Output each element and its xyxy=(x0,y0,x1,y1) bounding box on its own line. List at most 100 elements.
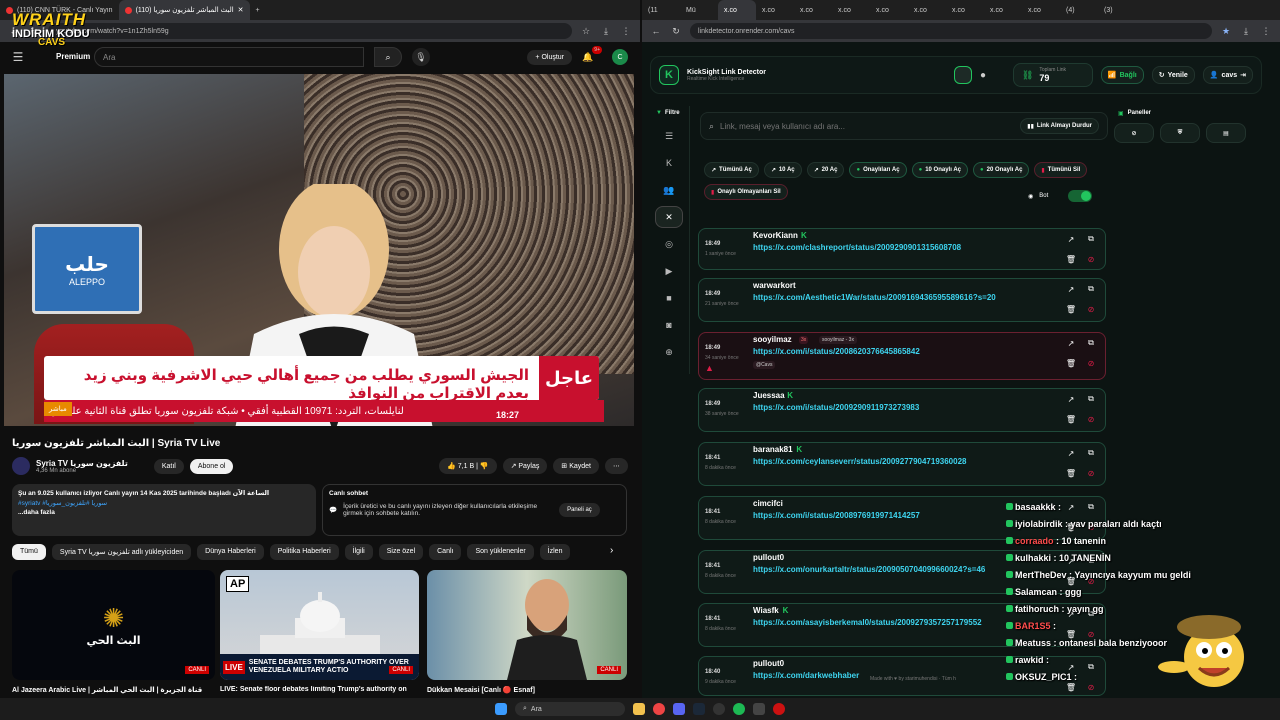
link-user[interactable]: pullout0 xyxy=(753,553,784,562)
chip-politics[interactable]: Politika Haberleri xyxy=(269,544,339,560)
steam-icon[interactable] xyxy=(693,703,705,715)
avatar[interactable]: C xyxy=(612,49,628,65)
menu-icon[interactable]: ⋮ xyxy=(620,25,632,37)
thumb-title[interactable]: Al Jazeera Arabic Live | قناة الجزيرة | … xyxy=(12,686,207,694)
browser-tab[interactable]: x.co xyxy=(984,0,1022,20)
link-user[interactable]: Juessaa xyxy=(753,391,785,400)
video-thumbnail[interactable]: ✺ البث الحي CANLI xyxy=(12,570,215,680)
browser-tab[interactable]: Mü xyxy=(680,0,718,20)
open-10-verified-button[interactable]: ● 10 Onaylı Aç xyxy=(911,162,968,178)
browser-tab[interactable]: x.co xyxy=(718,0,756,20)
browser-tab[interactable]: (3) xyxy=(1098,0,1136,20)
chip-all[interactable]: Tümü xyxy=(12,544,46,560)
link-url[interactable]: https://x.com/i/status/20092909119732739… xyxy=(753,403,1033,412)
link-user[interactable]: sooyilmaz xyxy=(753,335,792,344)
new-tab-button[interactable]: + xyxy=(250,0,266,20)
trash-icon[interactable]: 🗑 xyxy=(1065,467,1077,479)
close-icon[interactable]: ✕ xyxy=(238,6,244,14)
open-panel-button[interactable]: Paneli aç xyxy=(559,503,600,517)
chip-for-you[interactable]: Size özel xyxy=(378,544,424,560)
open-external-icon[interactable]: ↗ xyxy=(1065,447,1077,459)
video-player[interactable]: حلب ALEPPO الجيش السوري يطلب من جميع أها… xyxy=(4,74,634,426)
instagram-filter-button[interactable]: ◎ xyxy=(655,233,683,255)
link-card[interactable]: 18:41 8 dakika önce baranak81 https://x.com… xyxy=(698,442,1106,486)
video-thumbnail[interactable]: AP LIVE SENATE DEBATES TRUMP'S AUTHORITY… xyxy=(220,570,419,680)
link-card[interactable]: 18:49 21 saniye önce warwarkort https://x.c… xyxy=(698,278,1106,322)
users-filter-button[interactable]: 👥 xyxy=(655,179,683,201)
show-more-link[interactable]: ...daha fazla xyxy=(18,509,310,516)
link-url[interactable]: https://x.com/clashreport/status/2009290… xyxy=(753,243,1033,252)
search-input[interactable]: Ara xyxy=(94,47,364,67)
globe-filter-button[interactable]: ⊕ xyxy=(655,341,683,363)
block-icon[interactable]: ⊘ xyxy=(1085,467,1097,479)
create-button[interactable]: + Oluştur xyxy=(527,49,572,65)
delete-unverified-button[interactable]: ▮ Onaylı Olmayanları Sil xyxy=(704,184,788,200)
chip-recent[interactable]: Son yüklenenler xyxy=(467,544,534,560)
link-user[interactable]: cimcifci xyxy=(753,499,783,508)
open-external-icon[interactable]: ↗ xyxy=(1065,393,1077,405)
chip-world-news[interactable]: Dünya Haberleri xyxy=(197,544,264,560)
channel-avatar[interactable] xyxy=(12,457,30,475)
trash-icon[interactable]: 🗑 xyxy=(1065,413,1077,425)
copy-icon[interactable]: ⧉ xyxy=(1085,393,1097,405)
star-icon[interactable]: ★ xyxy=(1220,25,1232,37)
link-url[interactable]: https://x.com/onurkartaltr/status/200905… xyxy=(753,565,1033,574)
description-box[interactable]: Şu an 9.025 kullanıcı izliyor Canlı yayı… xyxy=(12,484,316,536)
video-filter-button[interactable]: ■ xyxy=(655,287,683,309)
kick-avatar[interactable] xyxy=(953,66,972,84)
link-card[interactable]: 18:49 34 saniye önce sooyilmaz https://x.co… xyxy=(698,332,1106,380)
browser-tab[interactable]: x.co xyxy=(756,0,794,20)
link-url[interactable]: https://x.com/ceylanseverr/status/200927… xyxy=(753,457,1033,466)
browser-tab[interactable]: x.co xyxy=(794,0,832,20)
block-panel-button[interactable]: ⊘ xyxy=(1114,123,1154,143)
reload-icon[interactable]: ↻ xyxy=(670,25,682,37)
trash-icon[interactable]: 🗑 xyxy=(1065,303,1077,315)
trash-icon[interactable]: 🗑 xyxy=(1065,253,1077,265)
chip-related[interactable]: İlgili xyxy=(344,544,373,560)
thumb-title[interactable]: LIVE: Senate floor debates limiting Trum… xyxy=(220,686,410,693)
open-external-icon[interactable]: ↗ xyxy=(1065,283,1077,295)
link-user[interactable]: baranak81 xyxy=(753,445,793,454)
app-icon[interactable] xyxy=(753,703,765,715)
download-icon[interactable]: ⤓ xyxy=(1240,25,1252,37)
chip-live[interactable]: Canlı xyxy=(429,544,462,560)
link-card[interactable]: 18:49 38 saniye önce Juessaa https://x.com/… xyxy=(698,388,1106,432)
join-button[interactable]: Katıl xyxy=(153,458,184,474)
link-user[interactable]: warwarkort xyxy=(753,281,796,290)
url-field[interactable]: linkdetector.onrender.com/cavs xyxy=(690,23,1212,39)
open-10-button[interactable]: ↗ 10 Aç xyxy=(763,162,802,178)
storage-panel-button[interactable]: ▤ xyxy=(1206,123,1246,143)
open-verified-button[interactable]: ● Onaylıları Aç xyxy=(849,162,907,178)
link-url[interactable]: https://x.com/asayisberkemal0/status/200… xyxy=(753,618,1033,627)
open-external-icon[interactable]: ↗ xyxy=(1065,337,1077,349)
chip-watched[interactable]: İzlen xyxy=(539,544,571,560)
link-user[interactable]: Wiasfk xyxy=(753,606,779,615)
explorer-icon[interactable] xyxy=(633,703,645,715)
browser-tab[interactable]: (4) xyxy=(1060,0,1098,20)
stop-button[interactable]: ▮▮ Link Almayı Durdur xyxy=(1020,118,1099,134)
copy-icon[interactable]: ⧉ xyxy=(1085,447,1097,459)
spotify-icon[interactable] xyxy=(733,703,745,715)
browser-tab[interactable]: x.co xyxy=(870,0,908,20)
list-filter-button[interactable]: ☰ xyxy=(655,125,683,147)
browser-tab[interactable]: x.co xyxy=(908,0,946,20)
android-icon[interactable]: ● xyxy=(980,70,986,81)
camera-filter-button[interactable]: ◙ xyxy=(655,314,683,336)
block-icon[interactable]: ⊘ xyxy=(1085,303,1097,315)
download-icon[interactable]: ⤓ xyxy=(600,25,612,37)
search-button[interactable]: ⌕ xyxy=(374,47,402,67)
shield-panel-button[interactable]: ⛨ xyxy=(1160,123,1200,143)
chevron-right-icon[interactable]: › xyxy=(610,545,613,556)
opera-icon[interactable] xyxy=(773,703,785,715)
user-button[interactable]: 👤 cavs ⇥ xyxy=(1202,66,1253,84)
open-external-icon[interactable]: ↗ xyxy=(1065,233,1077,245)
copy-icon[interactable]: ⧉ xyxy=(1085,233,1097,245)
kick-filter-button[interactable]: K xyxy=(655,152,683,174)
star-icon[interactable]: ☆ xyxy=(580,25,592,37)
copy-icon[interactable]: ⧉ xyxy=(1085,283,1097,295)
block-icon[interactable]: ⊘ xyxy=(1085,413,1097,425)
block-icon[interactable]: ⊘ xyxy=(1085,357,1097,369)
chip-uploader[interactable]: Syria TV تلفزيون سوريا adlı yükleyiciden xyxy=(51,544,192,560)
block-icon[interactable]: ⊘ xyxy=(1085,253,1097,265)
open-20-button[interactable]: ↗ 20 Aç xyxy=(806,162,845,178)
